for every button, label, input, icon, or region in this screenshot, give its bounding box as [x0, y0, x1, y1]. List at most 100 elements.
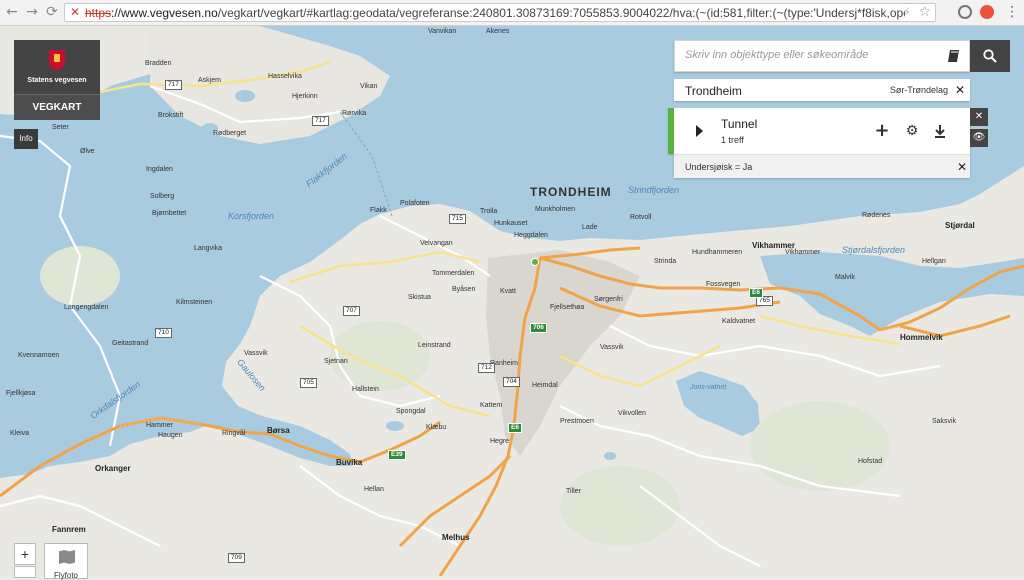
road-shield: 717: [312, 116, 329, 126]
water-label: Korsfjorden: [228, 211, 275, 221]
expand-icon[interactable]: [696, 125, 703, 137]
statens-vegvesen-logo[interactable]: Statens vegvesen: [14, 40, 100, 94]
download-icon[interactable]: [932, 123, 948, 139]
place-label: Hammer: [146, 422, 173, 429]
town-label: Melhus: [442, 533, 470, 542]
place-label: Klæbu: [426, 424, 447, 431]
layer-card[interactable]: Tunnel 1 treff + ⚙: [668, 108, 970, 154]
place-label: Vikhammer: [785, 249, 821, 256]
place-label: Vikan: [360, 83, 378, 90]
road-shield: 717: [165, 80, 182, 90]
place-label: Hegre: [490, 438, 510, 445]
place-label: Rørvika: [342, 110, 367, 117]
reload-icon[interactable]: ⟳: [44, 4, 60, 20]
place-label: Fossvegen: [706, 281, 741, 288]
place-label: Kleiva: [10, 430, 30, 437]
crest-icon: [49, 50, 65, 70]
place-label: Hofstad: [858, 458, 883, 465]
remove-filter-icon[interactable]: ✕: [957, 161, 967, 173]
place-label: Ringvål: [222, 430, 246, 437]
gear-icon[interactable]: ⚙: [904, 123, 920, 139]
place-label: Vassvik: [600, 344, 624, 351]
road-shield: 710: [155, 328, 172, 338]
place-label: Kvatt: [500, 288, 516, 295]
place-label: Malvik: [835, 274, 855, 281]
basemap-toggle[interactable]: Flyfoto: [44, 543, 88, 580]
close-icon[interactable]: ✕: [955, 84, 965, 96]
town-label: Orkanger: [95, 464, 131, 473]
logo-text: Statens vegvesen: [27, 77, 87, 84]
place-label: Sørgenfri: [594, 296, 623, 303]
search-button[interactable]: [970, 40, 1010, 72]
water-label: Stjørdalsfjorden: [842, 245, 906, 255]
place-label: Trolla: [480, 208, 498, 215]
place-label: Kvennamoen: [18, 352, 60, 359]
app-title[interactable]: VEGKART: [14, 94, 100, 120]
town-label: Hommelvik: [900, 333, 943, 342]
layer-name: Tunnel: [721, 117, 758, 131]
eye-icon[interactable]: 👁: [970, 129, 988, 147]
place-label: Heimdal: [532, 382, 558, 389]
close-layer-button[interactable]: ✕: [970, 108, 988, 126]
insecure-icon: ✕: [70, 5, 81, 19]
zoom-in-button[interactable]: +: [14, 543, 36, 565]
place-label: Skistua: [408, 294, 431, 301]
place-label: Leinstrand: [418, 342, 451, 349]
place-label: Kattem: [480, 402, 503, 409]
zoom-out-button[interactable]: [14, 566, 36, 578]
town-label: Stjørdal: [945, 221, 975, 230]
place-label: Sjetnan: [324, 358, 348, 365]
search-input[interactable]: [685, 49, 935, 61]
search-icon: [983, 49, 997, 63]
road-shield: 712: [478, 363, 495, 373]
history-icon[interactable]: [958, 5, 972, 19]
place-label: Lade: [582, 224, 598, 231]
place-label: Byåsen: [452, 286, 476, 293]
place-label: Kilmsteinen: [176, 299, 213, 306]
route-shield: E39: [388, 450, 406, 460]
place-label: Kaldvatnet: [722, 318, 756, 325]
place-label: Langengdalen: [64, 304, 109, 311]
place-label: Velvangan: [420, 240, 453, 247]
browser-toolbar: ← → ⟳ ✕ https://www.vegvesen.no/vegkart/…: [0, 0, 1024, 26]
book-icon[interactable]: [947, 49, 961, 63]
road-shield: 715: [449, 214, 466, 224]
adblock-icon[interactable]: [980, 5, 994, 19]
back-icon[interactable]: ←: [4, 4, 20, 20]
place-label: Fjellkjøsa: [6, 390, 36, 397]
place-label: Strinda: [654, 258, 677, 265]
town-label: Børsa: [267, 426, 290, 435]
menu-icon[interactable]: ⋮: [1004, 4, 1020, 20]
place-label: Seter: [52, 124, 69, 131]
place-label: Hallstein: [352, 386, 379, 393]
place-label: Hellgan: [922, 258, 946, 265]
place-label: Rotvoll: [630, 214, 652, 221]
address-bar[interactable]: ✕ https://www.vegvesen.no/vegkart/vegkar…: [64, 3, 936, 22]
place-label: Hellan: [364, 486, 384, 493]
place-label: Vanvikan: [428, 28, 457, 35]
place-label: Saksvik: [932, 418, 957, 425]
info-button[interactable]: Info: [14, 129, 38, 149]
place-label: Rødenes: [862, 212, 891, 219]
place-label: Hunkauset: [494, 220, 528, 227]
extension-bolt-icon[interactable]: ⚡: [903, 5, 911, 19]
place-label: Ølve: [80, 148, 95, 155]
layer-count: 1 treff: [721, 135, 744, 145]
place-label: Geitastrand: [112, 340, 149, 347]
place-label: Flakk: [370, 207, 387, 214]
add-icon[interactable]: +: [874, 122, 890, 140]
place-label: Vikvollen: [618, 410, 646, 417]
forward-icon[interactable]: →: [24, 4, 40, 20]
route-shield: 706: [530, 323, 547, 333]
place-label: Bjørnbettet: [152, 210, 187, 217]
town-label: Buvika: [336, 458, 363, 467]
location-chip[interactable]: Trondheim Sør-Trøndelag ✕: [674, 79, 970, 101]
water-label: Strindfjorden: [628, 185, 680, 195]
place-label: Munkholmen: [535, 206, 576, 213]
place-label: Tommerdalen: [432, 270, 475, 277]
location-place: Trondheim: [685, 84, 742, 98]
water-label: Jons-vatnet: [690, 384, 727, 391]
bookmark-star-icon[interactable]: ☆: [918, 4, 931, 20]
url-text: https://www.vegvesen.no/vegkart/vegkart/…: [85, 6, 905, 20]
road-shield: 709: [228, 553, 245, 563]
